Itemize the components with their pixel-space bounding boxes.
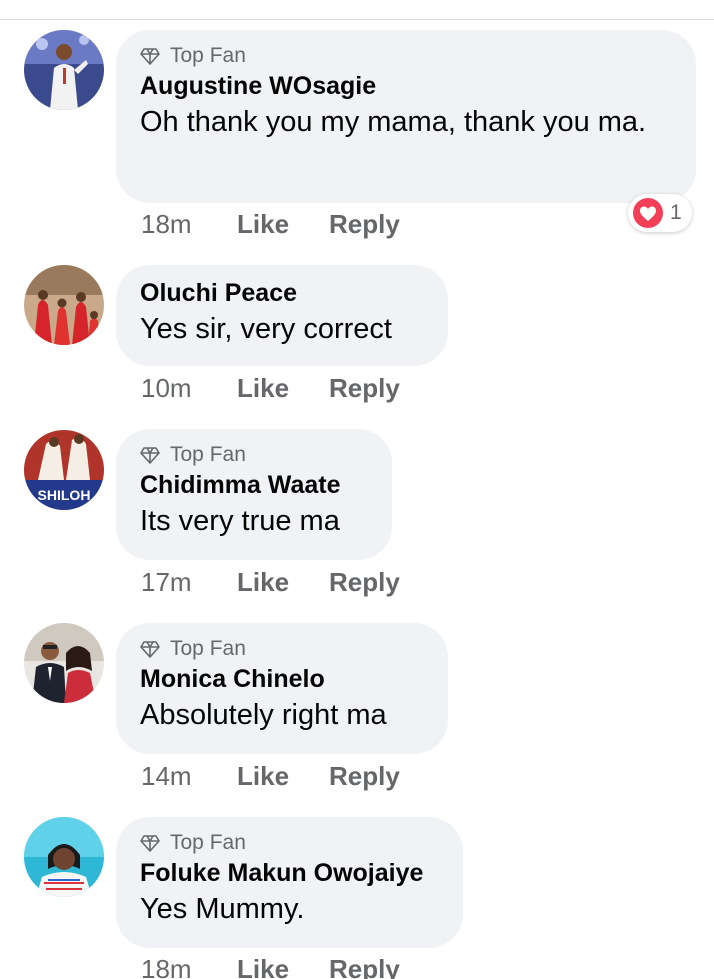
reply-button[interactable]: Reply [329,567,400,598]
commenter-name[interactable]: Augustine WOsagie [140,70,672,102]
badge-label: Top Fan [170,831,246,854]
badge-label: Top Fan [170,637,246,660]
comment-actions: 18m Like Reply [141,206,400,242]
like-button[interactable]: Like [237,209,329,240]
reply-button[interactable]: Reply [329,373,400,404]
comments-page: Top Fan Augustine WOsagie Oh thank you m… [0,0,714,979]
comment-text: Yes sir, very correct [140,313,392,345]
comment-text: Its very true ma [140,505,340,537]
commenter-name[interactable]: Foluke Makun Owojaiye [140,857,439,889]
comment-bubble: Top Fan Foluke Makun Owojaiye Yes Mummy. [116,817,463,948]
timestamp[interactable]: 18m [141,954,237,979]
comment-text: Yes Mummy. [140,893,305,925]
timestamp[interactable]: 10m [141,373,237,404]
reply-button[interactable]: Reply [329,761,400,792]
avatar[interactable] [24,817,104,897]
like-button[interactable]: Like [237,954,329,979]
like-button[interactable]: Like [237,567,329,598]
avatar[interactable] [24,623,104,703]
top-fan-badge: Top Fan [140,42,672,70]
timestamp[interactable]: 17m [141,567,237,598]
comment-bubble: Top Fan Augustine WOsagie Oh thank you m… [116,30,696,203]
like-button[interactable]: Like [237,761,329,792]
comment-actions: 17m Like Reply [141,564,400,600]
top-fan-badge: Top Fan [140,829,439,857]
reaction-count: 1 [670,201,682,224]
comment-text: Oh thank you my mama, thank you ma. [140,106,647,138]
comment-actions: 18m Like Reply [141,951,400,979]
comment-actions: 10m Like Reply [141,370,400,406]
timestamp[interactable]: 14m [141,761,237,792]
commenter-name[interactable]: Chidimma Waate [140,469,368,501]
avatar[interactable] [24,30,104,110]
top-fan-badge: Top Fan [140,441,368,469]
avatar[interactable]: SHILOH [24,430,104,510]
heart-reaction-icon [633,198,663,228]
diamond-icon [140,641,160,658]
top-fan-badge: Top Fan [140,635,424,663]
badge-label: Top Fan [170,443,246,466]
comment-bubble: Top Fan Monica Chinelo Absolutely right … [116,623,448,754]
comment-actions: 14m Like Reply [141,758,400,794]
diamond-icon [140,835,160,852]
avatar-logo-text: SHILOH [38,487,91,503]
avatar[interactable] [24,265,104,345]
comment-bubble: Oluchi Peace Yes sir, very correct [116,265,448,366]
reaction-count-badge[interactable]: 1 [628,194,692,232]
commenter-name[interactable]: Oluchi Peace [140,277,424,309]
reply-button[interactable]: Reply [329,209,400,240]
comment-text: Absolutely right ma [140,699,387,731]
top-divider [0,19,714,20]
diamond-icon [140,48,160,65]
commenter-name[interactable]: Monica Chinelo [140,663,424,695]
comment-bubble: Top Fan Chidimma Waate Its very true ma [116,429,392,560]
reply-button[interactable]: Reply [329,954,400,979]
timestamp[interactable]: 18m [141,209,237,240]
like-button[interactable]: Like [237,373,329,404]
badge-label: Top Fan [170,44,246,67]
diamond-icon [140,447,160,464]
